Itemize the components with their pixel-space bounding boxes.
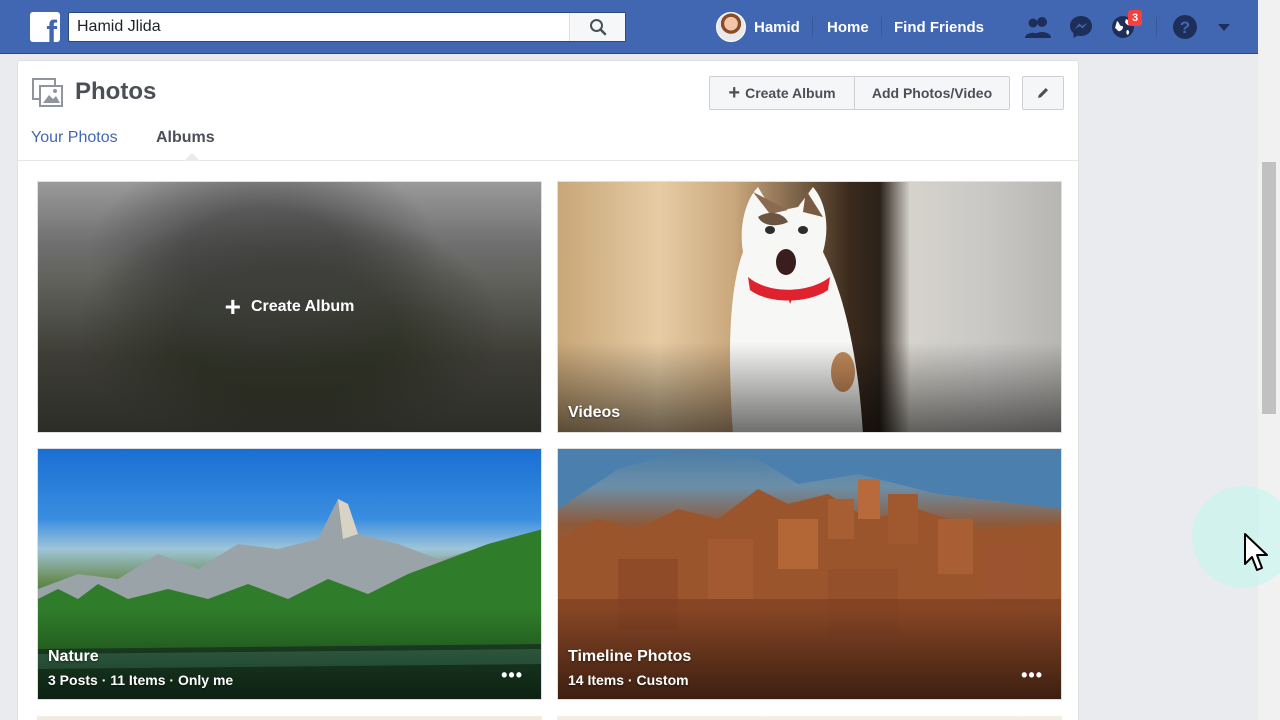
messenger-icon bbox=[1070, 16, 1092, 38]
nav-divider bbox=[812, 17, 813, 37]
edit-button[interactable] bbox=[1022, 76, 1064, 110]
notification-badge: 3 bbox=[1128, 10, 1142, 26]
account-menu-button[interactable] bbox=[1209, 12, 1239, 42]
friend-requests-icon bbox=[1025, 17, 1051, 38]
add-photos-video-button[interactable]: Add Photos/Video bbox=[854, 76, 1010, 110]
create-album-tile-label: Create Album bbox=[250, 298, 355, 315]
profile-link[interactable]: Hamid bbox=[716, 0, 800, 54]
create-album-tile[interactable]: + Create Album bbox=[37, 181, 542, 433]
photos-icon bbox=[32, 78, 63, 107]
profile-name: Hamid bbox=[754, 18, 800, 36]
album-tile-partial bbox=[557, 716, 1062, 720]
album-title: Videos bbox=[568, 404, 621, 421]
page-title: Photos bbox=[75, 78, 157, 105]
album-title: Nature bbox=[48, 648, 99, 665]
find-friends-link[interactable]: Find Friends bbox=[894, 0, 984, 54]
search-input[interactable] bbox=[69, 13, 569, 41]
photos-card: Photos + Create Album Add Photos/Video Y… bbox=[17, 60, 1079, 720]
create-album-label: Create Album bbox=[745, 85, 836, 101]
active-tab-indicator bbox=[184, 153, 200, 161]
avatar bbox=[716, 12, 746, 42]
plus-icon: + bbox=[224, 291, 241, 322]
more-options-icon[interactable]: ••• bbox=[501, 665, 523, 686]
album-meta: 14 Items · Custom bbox=[568, 672, 689, 688]
tab-your-photos[interactable]: Your Photos bbox=[31, 129, 118, 147]
album-title: Timeline Photos bbox=[568, 648, 692, 665]
tab-albums[interactable]: Albums bbox=[156, 129, 215, 147]
search-box bbox=[68, 12, 626, 42]
home-link[interactable]: Home bbox=[827, 0, 869, 54]
create-album-button[interactable]: + Create Album bbox=[709, 76, 855, 110]
add-photos-video-label: Add Photos/Video bbox=[871, 85, 993, 101]
friend-requests-button[interactable] bbox=[1023, 12, 1053, 42]
album-tile-nature[interactable]: Nature 3 Posts · 11 Items · Only me ••• bbox=[37, 448, 542, 700]
nav-divider bbox=[1156, 17, 1157, 37]
photos-header: Photos + Create Album Add Photos/Video Y… bbox=[18, 61, 1078, 161]
search-icon bbox=[589, 19, 606, 36]
facebook-logo-icon[interactable]: f bbox=[30, 12, 60, 42]
mouse-cursor-icon bbox=[1244, 533, 1268, 571]
pencil-icon bbox=[1038, 88, 1048, 98]
help-icon: ? bbox=[1173, 15, 1197, 39]
search-button[interactable] bbox=[569, 13, 625, 41]
caret-down-icon bbox=[1218, 24, 1230, 31]
help-button[interactable]: ? bbox=[1170, 12, 1200, 42]
album-meta: 3 Posts · 11 Items · Only me bbox=[48, 672, 234, 688]
top-navigation-bar: f Hamid Home Find Friends bbox=[0, 0, 1258, 54]
tile-shade bbox=[558, 342, 1061, 432]
album-tile-partial bbox=[37, 716, 542, 720]
scrollbar-thumb[interactable] bbox=[1262, 162, 1276, 414]
album-tile-timeline-photos[interactable]: Timeline Photos 14 Items · Custom ••• bbox=[557, 448, 1062, 700]
create-album-tile-content: + Create Album bbox=[38, 182, 541, 432]
home-label: Home bbox=[827, 18, 869, 36]
plus-icon: + bbox=[728, 82, 741, 104]
find-friends-label: Find Friends bbox=[894, 18, 984, 36]
svg-text:?: ? bbox=[1180, 18, 1190, 37]
album-tile-videos[interactable]: Videos bbox=[557, 181, 1062, 433]
messages-button[interactable] bbox=[1066, 12, 1096, 42]
more-options-icon[interactable]: ••• bbox=[1021, 665, 1043, 686]
nav-divider bbox=[881, 17, 882, 37]
